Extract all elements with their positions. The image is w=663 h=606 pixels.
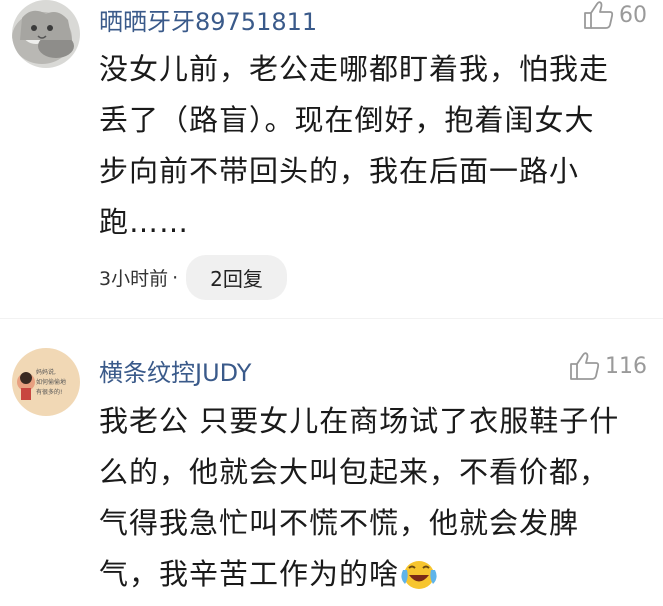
laughing-crying-emoji-icon <box>401 555 437 606</box>
thumbs-up-icon <box>584 1 614 29</box>
like-count: 116 <box>605 353 647 379</box>
comment-text: 没女儿前，老公走哪都盯着我，怕我走 丢了（路盲）。现在倒好，抱着闺女大 步向前不… <box>99 44 639 248</box>
like-count: 60 <box>619 2 647 28</box>
avatar-note-line: 有很多的! <box>36 388 62 396</box>
comment-2: 妈妈说, 如何偷偷地 有很多的! 横条纹控JUDY 116 我老公 只要女儿在商… <box>0 340 663 599</box>
comment-line: 丢了（路盲）。现在倒好，抱着闺女大 <box>99 103 595 137</box>
user-avatar[interactable]: 妈妈说, 如何偷偷地 有很多的! <box>12 348 80 416</box>
username[interactable]: 晒晒牙牙89751811 <box>99 2 317 37</box>
like-button[interactable]: 60 <box>583 0 647 30</box>
divider <box>0 318 663 319</box>
comment-text: 我老公 只要女儿在商场试了衣服鞋子什 么的，他就会大叫包起来，不看价都， 气得我… <box>99 396 639 606</box>
comment-meta: 3小时前 · 2回复 <box>99 255 287 300</box>
timestamp: 3小时前 <box>99 268 169 290</box>
avatar-note-line: 如何偷偷地 <box>36 378 66 386</box>
cartoon-girl-avatar-icon: 妈妈说, 如何偷偷地 有很多的! <box>12 348 80 416</box>
comment-line: 么的，他就会大叫包起来，不看价都， <box>99 455 610 489</box>
comment-line: 气得我急忙叫不慌不慌，他就会发脾 <box>99 506 580 540</box>
comment-line: 气，我辛苦工作为的啥 <box>99 557 400 591</box>
comment-line: 步向前不带回头的，我在后面一路小 <box>99 154 580 188</box>
user-avatar[interactable] <box>12 0 80 68</box>
reply-count-button[interactable]: 2回复 <box>186 255 287 300</box>
avatar-note-line: 妈妈说, <box>36 368 56 376</box>
comment-line-last: 气，我辛苦工作为的啥 <box>99 549 639 606</box>
thumbs-up-icon <box>570 352 600 380</box>
like-button[interactable]: 116 <box>569 351 647 381</box>
username[interactable]: 横条纹控JUDY <box>99 353 251 388</box>
comment-line: 没女儿前，老公走哪都盯着我，怕我走 <box>99 52 610 86</box>
comment-line: 跑…… <box>99 205 190 239</box>
comment-1: 晒晒牙牙89751811 60 没女儿前，老公走哪都盯着我，怕我走 丢了（路盲）… <box>0 0 663 318</box>
comment-line: 我老公 只要女儿在商场试了衣服鞋子什 <box>99 404 620 438</box>
cat-avatar-icon <box>12 0 80 68</box>
separator: · <box>172 266 179 289</box>
